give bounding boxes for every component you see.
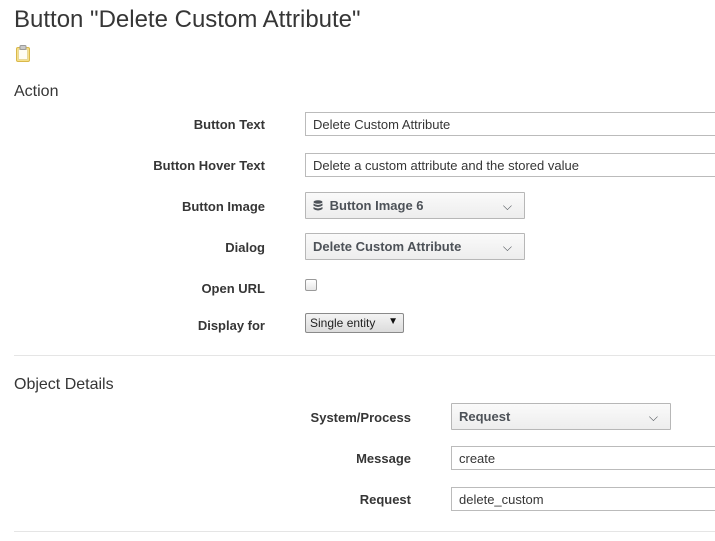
button-text-label: Button Text <box>193 117 265 132</box>
open-url-label: Open URL <box>201 281 265 296</box>
object-details-heading: Object Details <box>14 376 114 393</box>
display-for-select[interactable]: Single entity ▼ <box>305 313 404 333</box>
dialog-value: Delete Custom Attribute <box>313 239 462 254</box>
page-title: Button "Delete Custom Attribute" <box>14 6 361 33</box>
system-process-select[interactable]: Request ⌵ <box>451 403 671 430</box>
display-for-value: Single entity <box>310 316 376 330</box>
chevron-down-icon: ⌵ <box>502 199 512 213</box>
chevron-down-icon: ⌵ <box>648 410 658 424</box>
message-label: Message <box>356 451 411 466</box>
database-icon <box>313 200 323 215</box>
open-url-checkbox[interactable] <box>305 279 317 291</box>
hover-text-label: Button Hover Text <box>153 158 265 173</box>
display-for-label: Display for <box>197 318 265 333</box>
dialog-select[interactable]: Delete Custom Attribute ⌵ <box>305 233 525 260</box>
system-process-label: System/Process <box>310 410 411 425</box>
request-label: Request <box>359 492 411 507</box>
section-divider <box>14 355 715 356</box>
dialog-label: Dialog <box>225 240 265 255</box>
button-image-value: Button Image 6 <box>329 198 424 213</box>
button-image-select[interactable]: Button Image 6 ⌵ <box>305 192 525 219</box>
system-process-value: Request <box>459 409 511 424</box>
section-divider <box>14 531 715 532</box>
hover-text-input[interactable]: Delete a custom attribute and the stored… <box>305 153 715 177</box>
request-input[interactable]: delete_custom <box>451 487 715 511</box>
chevron-down-icon: ⌵ <box>502 240 512 254</box>
clipboard-icon <box>15 45 32 63</box>
action-heading: Action <box>14 83 59 100</box>
button-image-label: Button Image <box>181 199 265 214</box>
dropdown-arrow-icon: ▼ <box>388 316 398 327</box>
message-input[interactable]: create <box>451 446 715 470</box>
button-text-input[interactable]: Delete Custom Attribute <box>305 112 715 136</box>
